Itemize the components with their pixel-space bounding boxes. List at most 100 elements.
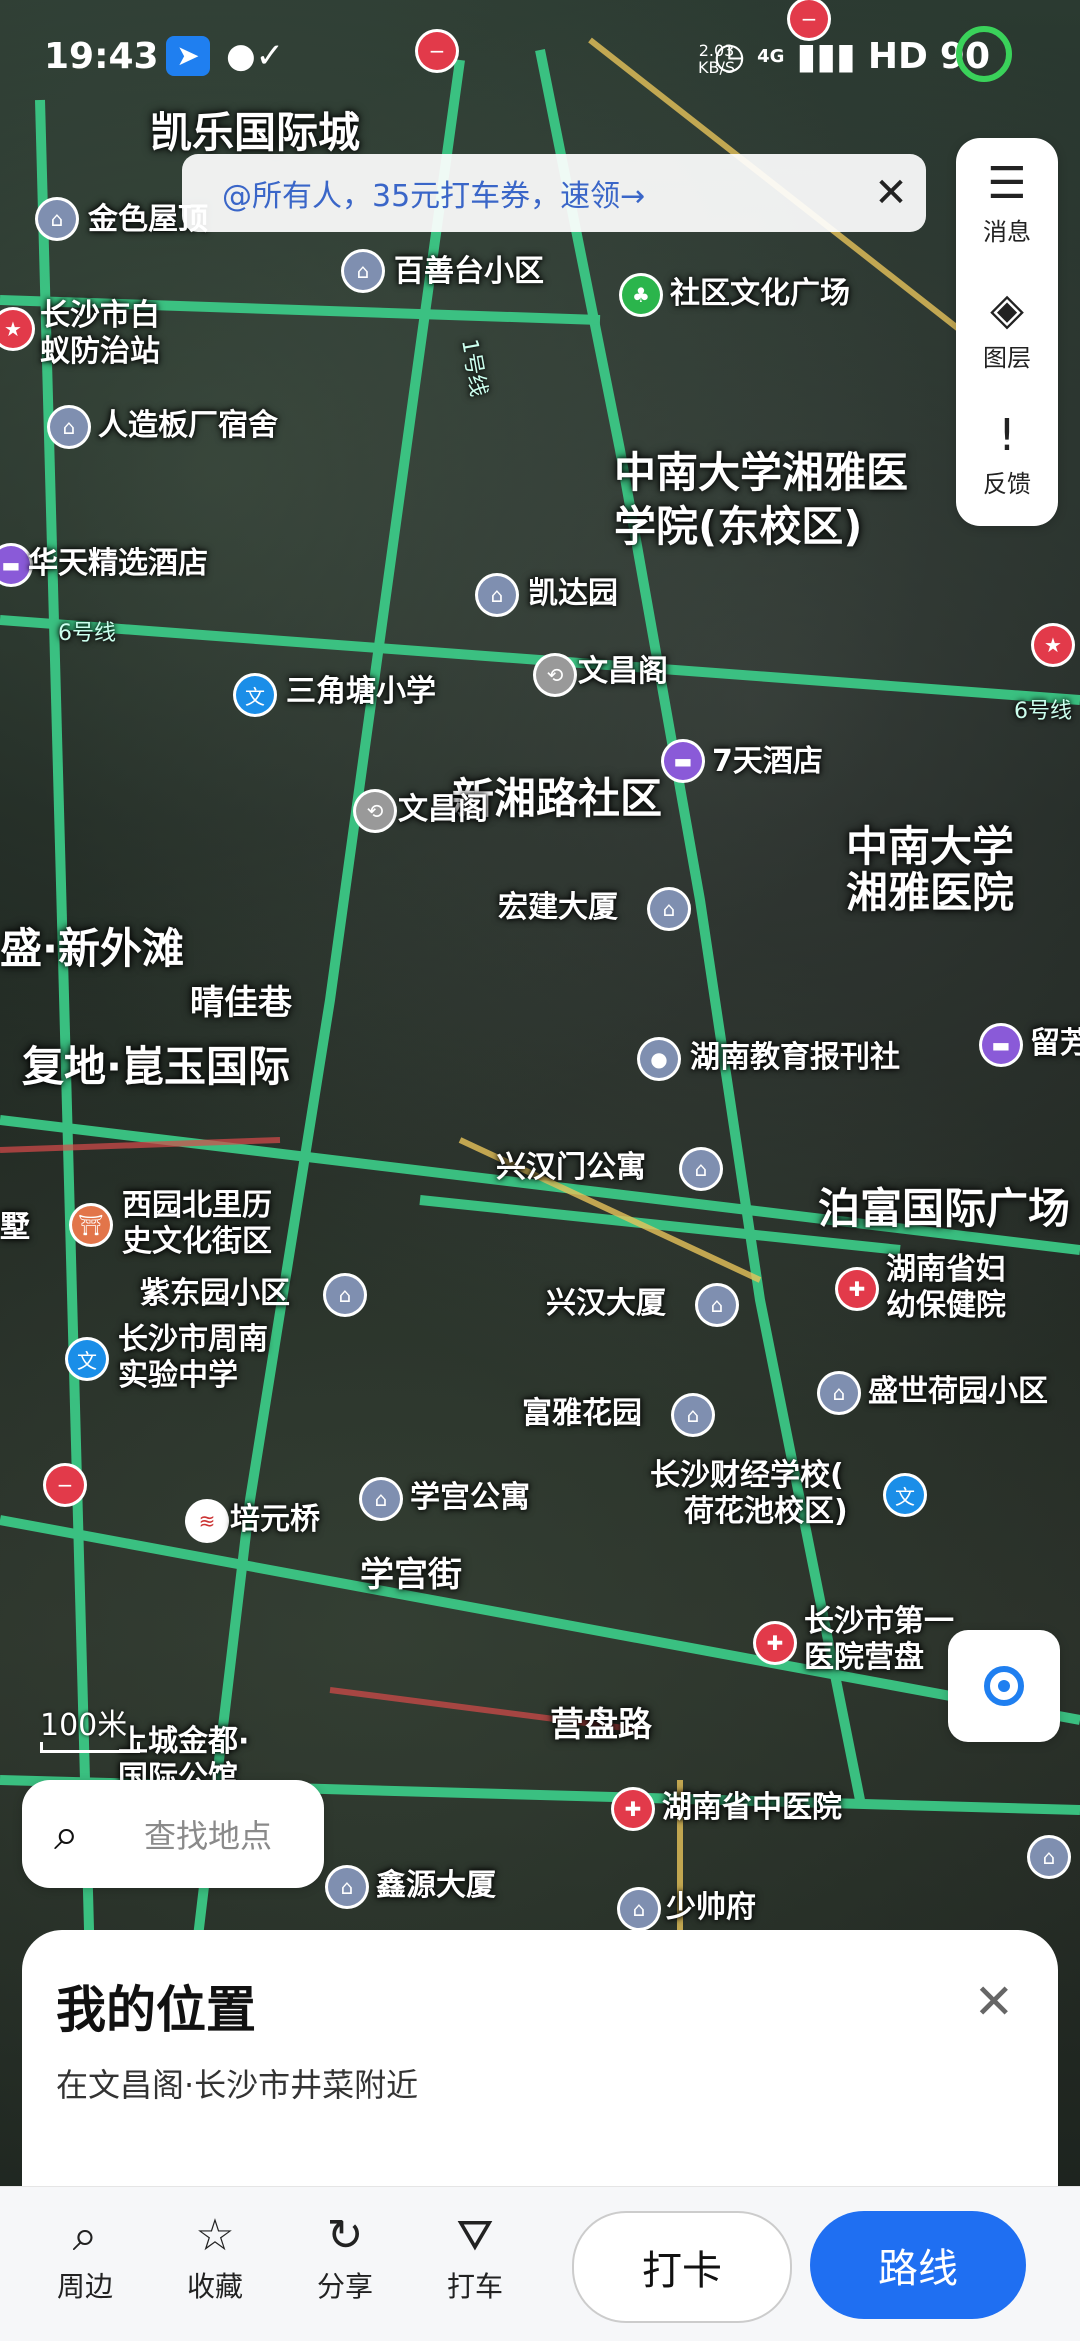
poi-label[interactable]: 墅	[0, 1210, 30, 1246]
promo-text[interactable]: @所有人，35元打车券，速领→	[222, 171, 856, 215]
message-icon: ☰	[987, 157, 1027, 209]
feedback-label: 反馈	[983, 469, 1031, 498]
poi-label[interactable]: 西园北里历	[122, 1188, 272, 1224]
poi-label[interactable]: 湖南省妇	[886, 1252, 1006, 1288]
search-input[interactable]: ⌕ 查找地点	[22, 1780, 324, 1888]
metro-line-label: 6号线	[1014, 699, 1072, 724]
poi-label[interactable]: 史文化街区	[122, 1224, 272, 1260]
poi-label[interactable]: 长沙市白	[40, 298, 160, 334]
poi-pin-icon[interactable]: ✚	[756, 1624, 794, 1662]
map-label: 盛·新外滩	[0, 924, 184, 973]
map-side-panel: ☰ 消息 ◈ 图层 ! 反馈	[956, 138, 1058, 526]
taxi-icon: ⛛	[456, 2210, 494, 2261]
poi-pin-icon[interactable]: ✚	[838, 1270, 876, 1308]
poi-pin-icon[interactable]: 文	[68, 1340, 106, 1378]
poi-label[interactable]: 7天酒店	[712, 744, 823, 780]
search-placeholder: 查找地点	[144, 1817, 273, 1855]
map-label: 泊富国际广场	[818, 1184, 1071, 1233]
close-icon[interactable]: ✕	[856, 170, 926, 216]
route-button[interactable]: 路线	[810, 2211, 1026, 2319]
poi-pin-icon[interactable]: ⛩	[72, 1206, 110, 1244]
poi-label[interactable]: 人造板厂宿舍	[98, 408, 278, 444]
poi-pin-icon[interactable]: ✚	[614, 1790, 652, 1828]
poi-label[interactable]: 湖南教育报刊社	[690, 1040, 900, 1076]
messages-label: 消息	[983, 217, 1031, 246]
search-icon: ⌕	[72, 2210, 98, 2261]
poi-pin-icon[interactable]: ⌂	[682, 1150, 720, 1188]
poi-label[interactable]: 文昌阁	[578, 654, 668, 690]
poi-pin-icon[interactable]: ⌂	[50, 408, 88, 446]
sheet-title: 我的位置	[56, 1981, 256, 2039]
poi-label[interactable]: 留芳	[1030, 1026, 1080, 1062]
taxi-button[interactable]: ⛛ 打车	[420, 2207, 530, 2305]
metro-icon[interactable]: ≋	[188, 1502, 226, 1540]
poi-pin-icon[interactable]: ⌂	[344, 252, 382, 290]
share-icon: ↻	[326, 2210, 364, 2261]
poi-pin-icon[interactable]: 文	[236, 676, 274, 714]
map-label: 复地·崑玉国际	[22, 1042, 290, 1091]
messages-button[interactable]: ☰ 消息	[956, 138, 1058, 264]
map-label: 学院(东校区)	[614, 502, 863, 551]
poi-label[interactable]: 宏建大厦	[498, 890, 618, 926]
nearby-button[interactable]: ⌕ 周边	[30, 2207, 140, 2305]
poi-pin-icon[interactable]: ⌂	[650, 890, 688, 928]
promo-banner[interactable]: @所有人，35元打车券，速领→ ✕	[182, 154, 926, 232]
poi-pin-icon[interactable]: ⌂	[478, 576, 516, 614]
poi-label[interactable]: 凯达园	[528, 576, 618, 612]
status-right: ◷ 4G ▮▮▮ HD 90	[714, 36, 990, 77]
poi-pin-icon[interactable]: ♣	[622, 276, 660, 314]
poi-label[interactable]: 华天精选酒店	[28, 546, 208, 582]
poi-pin-icon[interactable]: ⌂	[620, 1890, 658, 1928]
search-icon: ⌕	[54, 1808, 79, 1860]
poi-pin-icon[interactable]: 文	[886, 1476, 924, 1514]
close-icon[interactable]: ✕	[974, 1974, 1014, 2030]
poi-pin-icon[interactable]: ⌂	[38, 200, 76, 238]
scale-label: 100米	[40, 1708, 128, 1743]
layers-button[interactable]: ◈ 图层	[956, 264, 1058, 390]
poi-label[interactable]: 培元桥	[230, 1502, 320, 1538]
poi-pin-icon[interactable]: ⌂	[328, 1868, 366, 1906]
poi-pin-icon[interactable]: ▬	[664, 742, 702, 780]
poi-label[interactable]: 鑫源大厦	[376, 1868, 496, 1904]
metro-station-icon[interactable]: ⟲	[536, 656, 574, 694]
poi-pin-icon[interactable]: ⌂	[1030, 1838, 1068, 1876]
poi-label[interactable]: 蚁防治站	[40, 334, 160, 370]
metro-station-icon[interactable]: ⟲	[356, 792, 394, 830]
poi-label[interactable]: 荷花池校区)	[684, 1494, 848, 1530]
poi-pin-icon[interactable]: ⌂	[326, 1276, 364, 1314]
status-bar: 19:43 ➤ ●✓ 2.03 KB/S ◷ 4G ▮▮▮ HD 90	[0, 0, 1080, 120]
poi-pin-icon[interactable]: ⌂	[820, 1374, 858, 1412]
locate-me-button[interactable]	[948, 1630, 1060, 1742]
poi-label[interactable]: 长沙市周南	[118, 1322, 268, 1358]
share-button[interactable]: ↻ 分享	[290, 2207, 400, 2305]
poi-label[interactable]: 幼保健院	[886, 1288, 1006, 1324]
sheet-subtitle: 在文昌阁·长沙市井菜附近	[56, 2066, 419, 2104]
poi-label[interactable]: 医院营盘	[804, 1640, 924, 1676]
poi-label[interactable]: 长沙市第一	[804, 1604, 954, 1640]
poi-label[interactable]: 紫东园小区	[140, 1276, 290, 1312]
poi-label[interactable]: 社区文化广场	[670, 276, 850, 312]
poi-label[interactable]: 富雅花园	[522, 1396, 642, 1432]
poi-label[interactable]: 兴汉门公寓	[496, 1150, 646, 1186]
poi-label[interactable]: 学宫公寓	[410, 1480, 530, 1516]
poi-pin-icon[interactable]: ★	[1034, 626, 1072, 664]
favorite-button[interactable]: ☆ 收藏	[160, 2207, 270, 2305]
poi-label[interactable]: 湖南省中医院	[662, 1790, 842, 1826]
checkin-button[interactable]: 打卡	[572, 2211, 792, 2323]
poi-label[interactable]: 兴汉大厦	[546, 1286, 666, 1322]
poi-label[interactable]: 百善台小区	[394, 254, 544, 290]
poi-pin-icon[interactable]: ●	[640, 1040, 678, 1078]
poi-pin-icon[interactable]: ▬	[982, 1026, 1020, 1064]
poi-label[interactable]: 实验中学	[118, 1358, 238, 1394]
poi-pin-icon[interactable]: ⌂	[362, 1480, 400, 1518]
feedback-icon: !	[998, 409, 1016, 461]
poi-pin-icon[interactable]: ⌂	[674, 1396, 712, 1434]
poi-label[interactable]: 长沙财经学校(	[650, 1458, 844, 1494]
poi-label[interactable]: 文昌阁	[398, 792, 488, 828]
taxi-label: 打车	[446, 2270, 503, 2303]
poi-pin-icon[interactable]: ⌂	[698, 1286, 736, 1324]
poi-label[interactable]: 盛世荷园小区	[868, 1374, 1048, 1410]
poi-label[interactable]: 少帅府	[666, 1890, 756, 1926]
poi-label[interactable]: 三角塘小学	[286, 674, 436, 710]
feedback-button[interactable]: ! 反馈	[956, 390, 1058, 516]
